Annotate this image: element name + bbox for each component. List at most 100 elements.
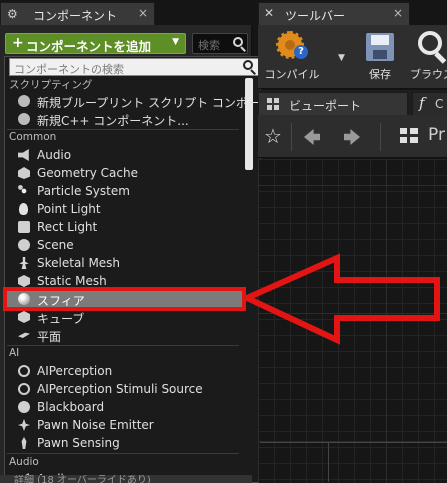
save-disk-icon: [366, 33, 394, 61]
add-component-label: コンポーネントを追加: [26, 39, 152, 54]
details-panel-title: 詳細 (18 オーバーライドあり): [14, 475, 151, 483]
divider: [7, 129, 239, 130]
list-item[interactable]: 平面: [7, 326, 243, 344]
speaker-icon: [18, 149, 29, 161]
list-item-label: Audio: [37, 148, 72, 162]
toolbar-tab[interactable]: ✕ ツールバー ×: [258, 2, 410, 25]
list-item-label: Rect Light: [37, 220, 98, 234]
search-placeholder: 検索: [198, 39, 220, 52]
tab-viewport[interactable]: ビューポート: [258, 92, 408, 115]
blackboard-icon: [18, 401, 30, 413]
list-item[interactable]: 新規C++ コンポーネント...: [7, 110, 243, 128]
details-panel-header: 詳細 (18 オーバーライドあり): [0, 475, 252, 483]
viewport-grid-icon: [267, 98, 279, 110]
particle-icon: [18, 185, 30, 197]
list-item[interactable]: Skeletal Mesh: [7, 254, 243, 272]
list-item-label: Geometry Cache: [37, 166, 138, 180]
magnifier-icon: [418, 31, 447, 64]
browse-button[interactable]: ブラウズ: [408, 25, 447, 88]
editor-tabs: ビューポート f C: [258, 90, 447, 115]
compile-gear-icon: ?: [276, 31, 308, 63]
scene-icon: [18, 239, 30, 251]
category-audio: Audio: [9, 456, 39, 468]
divider: [291, 123, 292, 151]
ai-perception-icon: [18, 365, 30, 377]
divider: [7, 453, 239, 454]
divider: [7, 345, 239, 346]
tab-construction-label: C: [435, 97, 444, 111]
save-button[interactable]: 保存: [358, 25, 402, 88]
tab-viewport-label: ビューポート: [289, 99, 362, 113]
compile-status-badge: ?: [294, 45, 308, 59]
script-icon: [18, 113, 30, 125]
list-item[interactable]: Blackboard: [7, 398, 243, 416]
ai-perception-icon: [18, 383, 30, 395]
divider: [380, 123, 381, 151]
list-item[interactable]: Point Light: [7, 200, 243, 218]
close-icon[interactable]: ×: [393, 6, 403, 20]
annotation-arrow-icon: [245, 253, 440, 345]
divider: [260, 442, 447, 443]
pawn-sensing-icon: [21, 437, 27, 449]
rect-light-icon: [18, 221, 30, 233]
browse-label: ブラウズ: [410, 68, 447, 81]
back-arrow-icon[interactable]: [304, 129, 320, 145]
tab-construction-script[interactable]: f C: [412, 92, 447, 115]
dropdown-search-input[interactable]: コンポーネントの検索: [9, 58, 259, 76]
light-bulb-icon: [19, 203, 28, 215]
list-item[interactable]: AIPerception Stimuli Source: [7, 380, 243, 398]
list-item-label: キューブ: [37, 312, 85, 326]
list-item[interactable]: Pawn Sensing: [7, 434, 243, 452]
category-scripting: スクリプティング: [9, 79, 93, 91]
add-component-button[interactable]: + コンポーネントを追加 ▼: [5, 33, 186, 54]
category-ai: AI: [9, 347, 20, 359]
components-tab-label: コンポーネント: [33, 9, 118, 23]
wrench-icon: ✕: [264, 6, 275, 20]
components-tab[interactable]: ⚙ コンポーネント ×: [0, 2, 155, 25]
list-item[interactable]: Audio: [7, 146, 243, 164]
list-item-label: 平面: [37, 330, 62, 344]
search-icon[interactable]: [233, 37, 246, 52]
category-common: Common: [9, 131, 57, 143]
list-item-label: 新規C++ コンポーネント...: [37, 114, 189, 128]
list-item-label: AIPerception Stimuli Source: [37, 382, 203, 396]
plus-icon: +: [12, 35, 24, 51]
search-icon[interactable]: [243, 60, 256, 75]
list-item-label: Skeletal Mesh: [37, 256, 121, 270]
cube-icon: [18, 311, 30, 323]
star-icon[interactable]: ☆: [264, 124, 282, 148]
viewport-toolbar-label: Pr: [428, 125, 445, 145]
hierarchy-icon[interactable]: [400, 128, 418, 144]
chevron-down-icon: ▼: [338, 53, 345, 63]
divider: [328, 442, 329, 482]
list-item-label: Pawn Noise Emitter: [37, 418, 154, 432]
compile-button[interactable]: ? コンパイル: [258, 25, 326, 88]
list-item-label: Particle System: [37, 184, 130, 198]
dropdown-search-placeholder: コンポーネントの検索: [14, 63, 124, 76]
forward-arrow-icon[interactable]: [344, 129, 360, 145]
list-item[interactable]: Scene: [7, 236, 243, 254]
list-item[interactable]: Pawn Noise Emitter: [7, 416, 243, 434]
plane-icon: [18, 332, 30, 338]
list-item[interactable]: Geometry Cache: [7, 164, 243, 182]
components-tab-icon: ⚙: [7, 7, 18, 21]
list-item-label: AIPerception: [37, 364, 113, 378]
component-search-input[interactable]: 検索: [192, 33, 248, 54]
list-item-label: Scene: [37, 238, 74, 252]
compile-options-dropdown[interactable]: ▼: [332, 25, 352, 88]
list-item-label: Blackboard: [37, 400, 105, 414]
list-item-label: Static Mesh: [37, 274, 107, 288]
compile-label: コンパイル: [264, 68, 320, 81]
list-item[interactable]: AIPerception: [7, 362, 243, 380]
save-label: 保存: [369, 68, 391, 81]
viewport-toolbar: ☆ Pr: [258, 115, 447, 158]
noise-emitter-icon: [18, 419, 30, 431]
list-item[interactable]: Particle System: [7, 182, 243, 200]
dropdown-scrollbar[interactable]: [245, 78, 253, 170]
list-item[interactable]: 新規ブループリント スクリプト コンポー:: [7, 92, 264, 110]
list-item-label: Pawn Sensing: [37, 436, 120, 450]
geometry-cache-icon: [18, 167, 30, 179]
chevron-down-icon: ▼: [172, 37, 179, 47]
close-icon[interactable]: ×: [138, 6, 148, 20]
list-item[interactable]: Rect Light: [7, 218, 243, 236]
